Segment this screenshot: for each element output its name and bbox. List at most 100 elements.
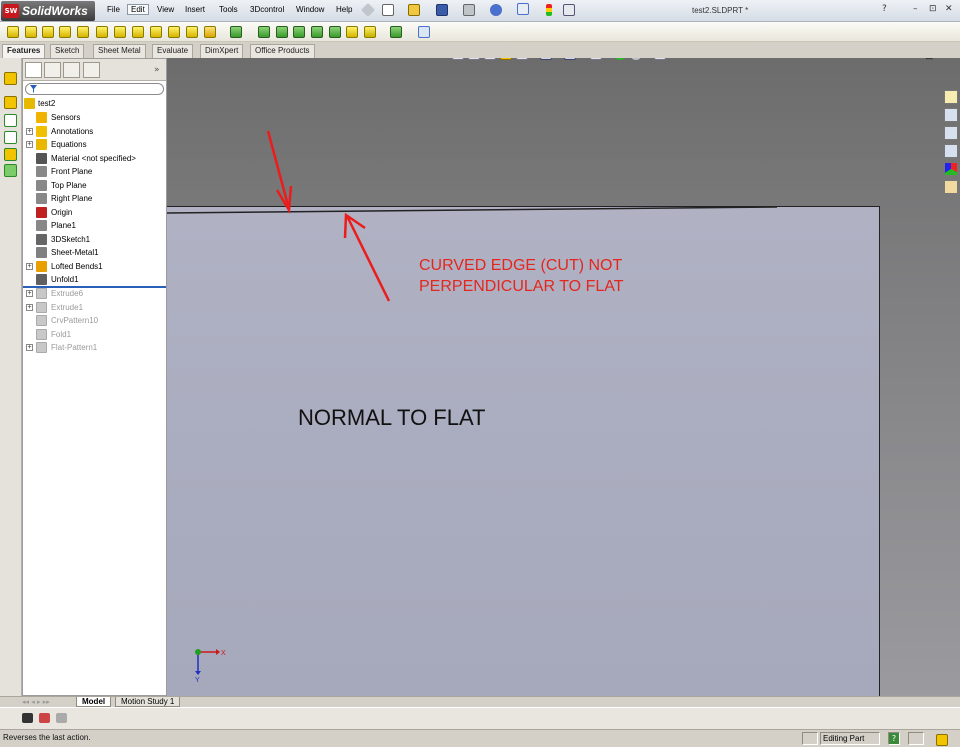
hole-wizard-icon[interactable] [346,26,358,38]
dome-icon[interactable] [276,26,288,38]
red-arrow-down [266,130,291,210]
tab-motion-study-1[interactable]: Motion Study 1 [115,697,181,707]
features-toolbar [0,22,960,42]
options-icon[interactable] [563,4,575,16]
record-icon[interactable] [39,713,50,723]
editing-mode-indicator: Editing Part [820,732,880,745]
fillet-icon[interactable] [150,26,162,38]
menu-tools[interactable]: Tools [219,5,238,14]
camera-icon[interactable] [22,713,33,723]
select-pointer-icon[interactable] [517,3,529,15]
scale-icon[interactable] [329,26,341,38]
plane-icon [36,220,47,231]
menu-help[interactable]: Help [336,5,352,14]
menu-3dcontrol[interactable]: 3Dcontrol [250,5,284,14]
part-icon [24,98,35,109]
sketch-icon[interactable] [4,114,17,127]
sensors-icon [36,112,47,123]
annotation-red-line-1: CURVED EDGE (CUT) NOT [419,257,623,274]
annotation-red-line-2: PERPENDICULAR TO FLAT [419,278,624,295]
wrap-icon[interactable] [293,26,305,38]
document-title: test2.SLDPRT * [692,6,749,15]
menu-view[interactable]: View [157,5,174,14]
command-manager-tabs: Features Sketch Sheet Metal Evaluate Dim… [0,43,960,58]
help-button[interactable]: ? [882,4,887,14]
open-folder-icon[interactable] [408,4,420,16]
rib-icon[interactable] [186,26,198,38]
origin-icon [36,206,47,218]
render-icon[interactable] [56,713,67,723]
bottom-tabs-bar: ◂◂ ◂ ▸ ▸▸ Model Motion Study 1 [0,696,960,707]
property-manager-tab-icon[interactable] [44,62,61,78]
swept-cut-icon[interactable] [114,26,126,38]
base-flange-icon[interactable] [4,96,17,109]
red-arrow-up [345,215,391,302]
restore-button[interactable]: ⊡ [929,4,937,14]
undo-icon[interactable] [490,4,502,16]
instant3d-icon[interactable] [418,26,430,38]
helix-icon[interactable] [4,164,17,177]
shell-icon[interactable] [204,26,216,38]
expand-node-icon[interactable]: + [26,262,33,270]
configuration-manager-tab-icon[interactable] [63,62,80,78]
pin-icon[interactable] [360,2,376,18]
tab-scroll-arrows[interactable]: ◂◂ ◂ ▸ ▸▸ [22,698,72,706]
plane-icon [36,179,47,191]
menu-insert[interactable]: Insert [185,5,205,14]
tree-node-label: Flat-Pattern1 [51,343,98,352]
expand-node-icon[interactable]: + [26,290,33,297]
save-icon[interactable] [436,4,448,16]
tab-office-products[interactable]: Office Products [250,44,315,58]
smart-dimension-icon[interactable] [4,148,17,161]
new-document-icon[interactable] [382,4,394,16]
linear-pattern-icon[interactable] [230,26,242,38]
expand-node-icon[interactable]: + [26,344,33,351]
feature-manager-panel: » test2 Sensors + Annotations + Equations Mat… [22,58,167,696]
expand-panel-icon[interactable]: » [154,65,160,75]
tab-sketch[interactable]: Sketch [50,44,85,58]
help-status-icon[interactable]: ? [888,732,900,745]
draft-icon[interactable] [258,26,270,38]
expand-node-icon[interactable]: + [26,141,33,148]
annotations-icon [36,125,47,137]
menu-edit[interactable]: Edit [127,4,149,15]
tab-evaluate[interactable]: Evaluate [152,44,194,58]
swept-boss-icon[interactable] [42,26,54,38]
close-button[interactable]: ✕ [945,4,953,14]
menu-file[interactable]: File [107,5,120,14]
reference-geometry-icon[interactable] [364,26,376,38]
rebuild-traffic-light-icon[interactable] [546,4,552,16]
feature-filter-input[interactable] [25,83,164,95]
3d-sketch-icon[interactable] [4,131,17,144]
extruded-cut-icon[interactable] [77,26,89,38]
minimize-button[interactable]: – [913,4,918,14]
material-icon [36,152,47,164]
menu-window[interactable]: Window [296,5,324,14]
tab-model[interactable]: Model [76,697,112,707]
sheet-metal-tool-icon[interactable] [4,72,17,85]
print-icon[interactable] [463,4,475,16]
graphics-area[interactable]: – ⊡ ✕ CURVED EDGE (CUT) NOT PERPENDICULA… [167,58,960,696]
revolved-boss-icon[interactable] [25,26,37,38]
unfold-icon [36,274,47,285]
extruded-boss-icon[interactable] [7,26,19,38]
quick-tips-icon[interactable] [936,734,948,746]
tree-node-label: Equations [51,140,87,149]
feature-tree-tab-icon[interactable] [25,62,42,78]
tab-features[interactable]: Features [2,44,46,58]
lofted-cut-icon[interactable] [132,26,144,38]
mirror-icon[interactable] [311,26,323,38]
curves-icon[interactable] [390,26,402,38]
lofted-boss-icon[interactable] [59,26,71,38]
revolved-cut-icon[interactable] [96,26,108,38]
expand-node-icon[interactable]: + [26,303,33,311]
expand-node-icon[interactable]: + [26,127,33,135]
chamfer-icon[interactable] [168,26,180,38]
solidworks-logo[interactable]: SW SolidWorks [1,1,95,21]
equations-icon [36,139,47,150]
tab-sheet-metal[interactable]: Sheet Metal [93,44,146,58]
tab-dimxpert[interactable]: DimXpert [200,44,244,58]
dimxpert-manager-tab-icon[interactable] [83,62,100,78]
triad-x-label: X [221,650,226,657]
fold-icon [36,328,47,340]
